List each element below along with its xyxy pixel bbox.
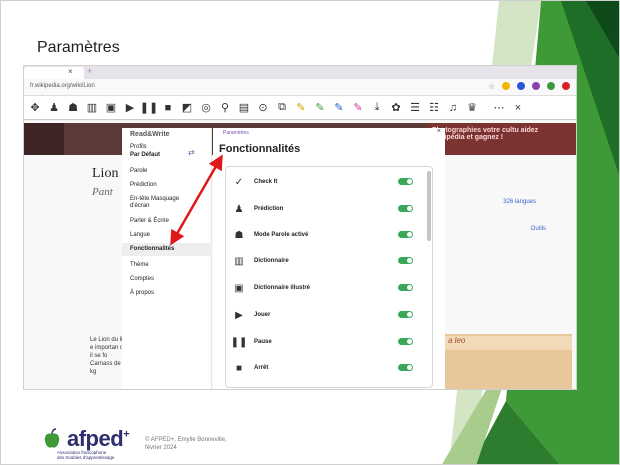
apple-logo-icon (44, 428, 60, 448)
afped-brand: afped+ (67, 426, 130, 452)
red-arrow-annotation (170, 154, 223, 246)
copyright-line-2: février 2024 (145, 445, 177, 451)
afped-brand-text: afped (67, 426, 124, 451)
slide: Paramètres × + fr.wikipedia.org/wiki/Lio… (0, 0, 620, 465)
copyright-notice: © AFPED+, Emylie Bonneville, février 202… (145, 436, 227, 452)
tagline-line-2: des troubles d'apprentissage (57, 455, 115, 460)
afped-tagline: Association francophone des troubles d'a… (57, 450, 137, 460)
copyright-line-1: © AFPED+, Emylie Bonneville, (145, 437, 227, 443)
afped-logo: afped+ (41, 426, 130, 452)
afped-brand-plus: + (123, 428, 130, 441)
